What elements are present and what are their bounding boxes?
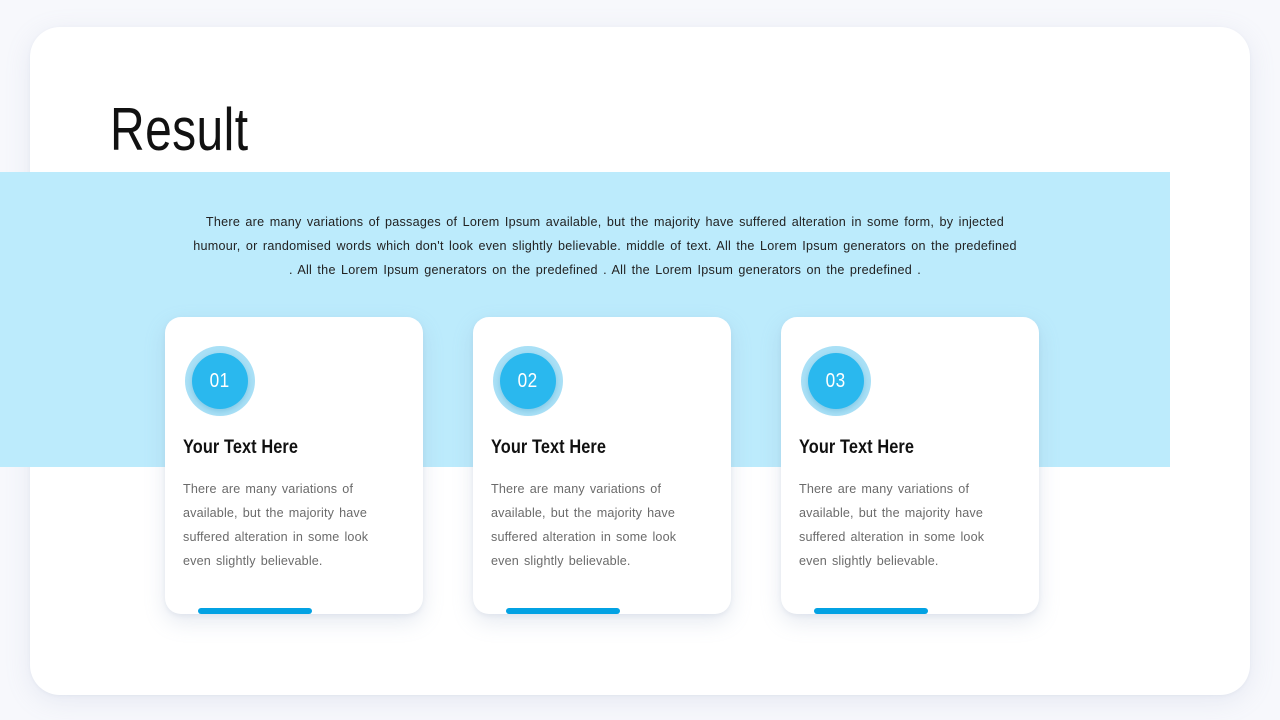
card-number: 01	[210, 369, 230, 392]
card-number: 02	[518, 369, 538, 392]
card-title: Your Text Here	[183, 437, 299, 458]
result-card[interactable]: 03 Your Text Here There are many variati…	[781, 317, 1039, 614]
card-title: Your Text Here	[799, 437, 915, 458]
card-accent-bar	[506, 608, 620, 614]
result-card[interactable]: 02 Your Text Here There are many variati…	[473, 317, 731, 614]
intro-paragraph: There are many variations of passages of…	[193, 215, 1017, 277]
card-title: Your Text Here	[491, 437, 607, 458]
card-body-text: There are many variations of available, …	[183, 482, 369, 568]
card-number-badge-inner: 02	[500, 353, 556, 409]
card-number-badge: 01	[185, 346, 255, 416]
cards-row: 01 Your Text Here There are many variati…	[165, 317, 1039, 614]
card-number-badge: 02	[493, 346, 563, 416]
card-accent-bar	[198, 608, 312, 614]
card-body-text: There are many variations of available, …	[491, 482, 677, 568]
card-number-badge: 03	[801, 346, 871, 416]
card-number-badge-inner: 01	[192, 353, 248, 409]
card-body-text: There are many variations of available, …	[799, 482, 985, 568]
result-card[interactable]: 01 Your Text Here There are many variati…	[165, 317, 423, 614]
card-accent-bar	[814, 608, 928, 614]
card-number-badge-inner: 03	[808, 353, 864, 409]
page-title: Result	[110, 96, 249, 163]
card-number: 03	[826, 369, 846, 392]
